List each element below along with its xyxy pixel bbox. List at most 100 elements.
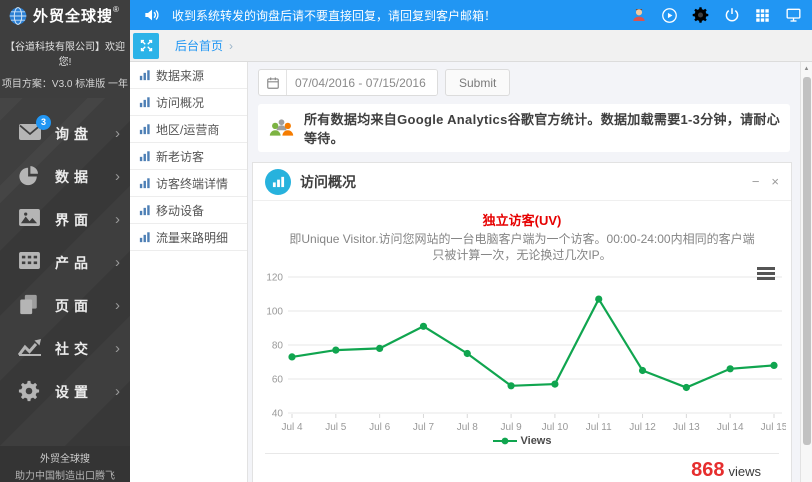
chart-title: 独立访客(UV) — [482, 213, 562, 228]
main-content: Submit 所有数据均来自Google Analytics谷歌官方统计。数据加… — [248, 62, 800, 482]
submenu-item-visitor-terminal[interactable]: 访客终端详情 — [130, 170, 247, 197]
google-analytics-notice: 所有数据均来自Google Analytics谷歌官方统计。数据加载需要1-3分… — [258, 104, 790, 152]
svg-text:120: 120 — [266, 273, 283, 284]
chevron-right-icon: › — [115, 297, 120, 314]
bar-chart-icon — [139, 150, 151, 162]
image-icon — [18, 208, 44, 232]
power-icon[interactable] — [723, 7, 740, 24]
sidebar-item-label: 数据 — [55, 168, 93, 185]
svg-text:Jul 6: Jul 6 — [369, 422, 391, 433]
submit-button[interactable]: Submit — [445, 69, 511, 96]
svg-text:Jul 12: Jul 12 — [629, 422, 656, 433]
pie-chart-icon — [18, 165, 44, 189]
sidebar-item-label: 界面 — [55, 211, 93, 228]
submenu-item-mobile-devices[interactable]: 移动设备 — [130, 197, 247, 224]
chevron-right-icon: › — [115, 211, 120, 228]
total-views-row: 868 views — [253, 454, 791, 482]
scrollbar-thumb[interactable] — [803, 77, 811, 445]
date-toolbar: Submit — [248, 62, 800, 96]
speaker-icon — [144, 8, 160, 22]
plan-text: 项目方案：V3.0 标准版 一年 — [1, 79, 129, 90]
uv-line-chart: 40 60 80 100 120 Jul 4 Jul 5 Jul 6 Jul 7 Jul 8 Jul… — [266, 273, 786, 434]
product-grid-icon — [18, 251, 44, 275]
legend-marker-icon — [492, 438, 517, 445]
submenu-item-label: 流量来路明细 — [156, 230, 229, 245]
sidebar-item-label: 询盘 — [55, 125, 93, 142]
svg-text:Jul 4: Jul 4 — [281, 422, 303, 433]
calendar-icon[interactable] — [259, 70, 287, 95]
topbar: 收到系统转发的询盘后请不要直接回复，请回复到客户邮箱！ — [130, 0, 812, 30]
sidebar-item-page[interactable]: 页面 › — [0, 284, 130, 327]
submenu-item-label: 访问概况 — [156, 95, 205, 110]
chart-legend[interactable]: Views — [253, 435, 791, 447]
submenu-item-label: 地区/运营商 — [156, 122, 220, 137]
visit-overview-panel: 访问概况 − × 独立访客(UV) 即Unique Visitor.访问您网站的一… — [252, 162, 792, 482]
panel-header: 访问概况 − × — [253, 163, 791, 201]
sidebar-menu: 3 询盘 › 数据 › 界面 › 产品 › 页面 › 社交 › 设置 › — [0, 98, 130, 446]
total-views-value: 868 — [691, 459, 725, 482]
expand-button[interactable] — [133, 32, 159, 59]
bar-chart-icon — [139, 204, 151, 216]
sidebar-item-product[interactable]: 产品 › — [0, 241, 130, 284]
svg-text:Jul 5: Jul 5 — [325, 422, 347, 433]
sidebar-item-settings[interactable]: 设置 › — [0, 370, 130, 413]
sidebar-item-inquiry[interactable]: 3 询盘 › — [0, 112, 130, 155]
submenu-item-label: 移动设备 — [156, 203, 205, 218]
svg-text:Jul 10: Jul 10 — [542, 422, 569, 433]
panel-title: 访问概况 — [300, 173, 356, 190]
sidebar-item-label: 设置 — [55, 383, 93, 400]
gear-icon — [18, 380, 44, 404]
bar-chart-circle-icon — [265, 168, 291, 195]
footer-brand: 外贸全球搜 — [40, 454, 90, 465]
gear-icon[interactable] — [692, 7, 709, 24]
chevron-right-icon: › — [115, 125, 120, 142]
user-avatar-icon[interactable] — [630, 7, 647, 24]
date-range-input[interactable] — [287, 70, 437, 95]
vertical-scrollbar[interactable]: ▲ — [800, 62, 812, 482]
bar-chart-icon — [139, 123, 151, 135]
svg-text:Jul 13: Jul 13 — [673, 422, 700, 433]
svg-text:80: 80 — [272, 341, 284, 352]
chevron-right-icon: › — [115, 340, 120, 357]
submenu-item-new-old-visitors[interactable]: 新老访客 — [130, 143, 247, 170]
hamburger-menu-icon[interactable] — [757, 267, 775, 281]
bar-chart-icon — [139, 69, 151, 81]
sidebar-item-label: 页面 — [55, 297, 93, 314]
sidebar-item-label: 社交 — [55, 340, 93, 357]
sidebar-item-interface[interactable]: 界面 › — [0, 198, 130, 241]
bar-chart-icon — [139, 177, 151, 189]
minimize-icon[interactable]: − — [752, 175, 760, 188]
svg-text:100: 100 — [266, 307, 283, 318]
submenu-item-traffic-source-detail[interactable]: 流量来路明细 — [130, 224, 247, 251]
app-window: 外贸全球搜 ® 【谷道科技有限公司】欢迎您! 项目方案：V3.0 标准版 一年 … — [0, 0, 812, 482]
monitor-icon[interactable] — [785, 7, 802, 24]
data-submenu: 数据来源访问概况地区/运营商新老访客访客终端详情 移动设备流量来路明细 — [130, 62, 248, 482]
play-circle-icon[interactable] — [661, 7, 678, 24]
scroll-up-arrow-icon[interactable]: ▲ — [801, 62, 812, 72]
apps-grid-icon[interactable] — [754, 7, 771, 24]
sidebar-item-social[interactable]: 社交 › — [0, 327, 130, 370]
svg-text:Jul 8: Jul 8 — [457, 422, 479, 433]
submenu-item-data-source[interactable]: 数据来源 — [130, 62, 247, 89]
topbar-icon-group — [630, 7, 812, 24]
footer-slogan: 助力中国制造出口腾飞 — [15, 471, 115, 482]
chevron-right-icon: › — [115, 254, 120, 271]
submenu-item-label: 访客终端详情 — [156, 176, 229, 191]
sidebar-item-data[interactable]: 数据 › — [0, 155, 130, 198]
sidebar-footer: 外贸全球搜 助力中国制造出口腾飞 — [0, 446, 130, 482]
globe-logo-icon — [8, 6, 28, 26]
welcome-text: 【谷道科技有限公司】欢迎您! — [5, 42, 125, 68]
svg-text:Jul 15: Jul 15 — [761, 422, 786, 433]
close-icon[interactable]: × — [771, 175, 779, 188]
brand-logo: 外贸全球搜 ® — [0, 0, 130, 30]
svg-text:60: 60 — [272, 375, 284, 386]
bar-chart-icon — [139, 231, 151, 243]
brand-name: 外贸全球搜 — [33, 8, 114, 25]
submenu-item-region-carrier[interactable]: 地区/运营商 — [130, 116, 247, 143]
pages-icon — [18, 294, 44, 318]
submenu-item-visit-overview[interactable]: 访问概况 — [130, 89, 247, 116]
envelope-icon: 3 — [18, 114, 51, 146]
brand-registered-mark: ® — [113, 5, 119, 14]
breadcrumb-home-link[interactable]: 后台首页 — [175, 37, 223, 54]
svg-text:Jul 11: Jul 11 — [586, 422, 612, 433]
